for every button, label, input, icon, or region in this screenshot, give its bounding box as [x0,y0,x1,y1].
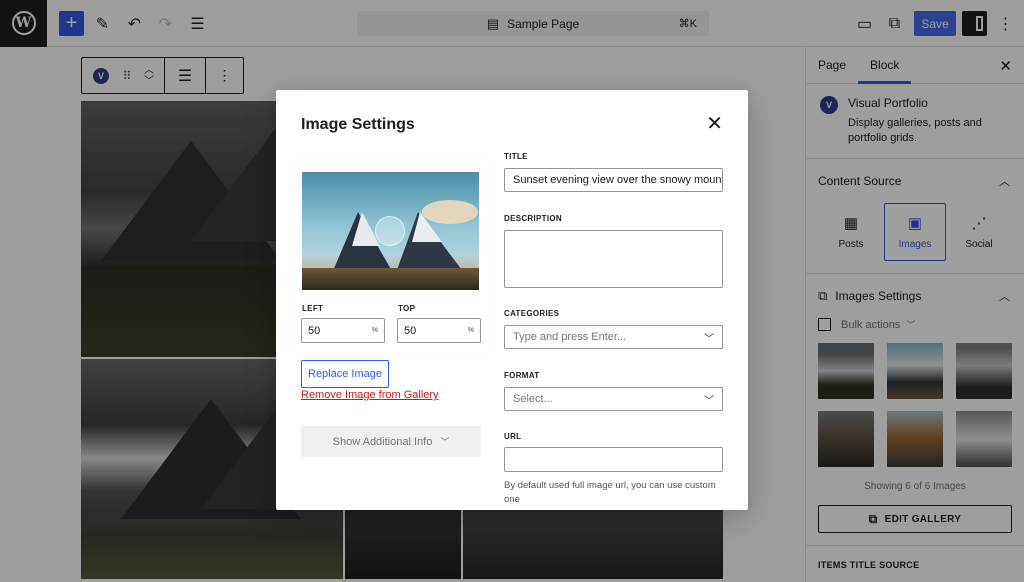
focal-point-image[interactable] [302,172,479,290]
chevron-down-icon: ﹀ [704,333,714,345]
focal-point-picker: LEFT TOP 50 % 50 % [290,159,490,357]
categories-label: CATEGORIES [504,309,560,318]
show-additional-info-button[interactable]: Show Additional Info ﹀ [301,426,481,457]
url-help-text: By default used full image url, you can … [504,480,716,505]
url-label: URL [504,432,522,441]
description-textarea[interactable] [504,230,723,288]
format-label: FORMAT [504,371,540,380]
modal-title: Image Settings [301,116,415,133]
focal-point-handle[interactable] [375,216,405,246]
top-label: TOP [398,304,416,313]
format-select[interactable]: Select... ﹀ [504,387,723,411]
chevron-down-icon: ﹀ [440,437,450,447]
replace-image-button[interactable]: Replace Image [301,360,389,388]
chevron-down-icon: ﹀ [704,395,714,407]
url-input[interactable] [504,447,723,472]
title-label: TITLE [504,152,528,161]
focal-top-input[interactable]: 50 % [397,318,481,343]
remove-image-link[interactable]: Remove Image from Gallery [301,389,439,401]
categories-input[interactable]: Type and press Enter... ﹀ [504,325,723,349]
close-icon[interactable]: ✕ [706,114,723,134]
left-label: LEFT [302,304,324,313]
image-settings-modal: Image Settings ✕ LEFT TOP 50 % 50 % Repl… [276,90,748,510]
title-input[interactable]: Sunset evening view over the snowy mount [504,168,723,192]
description-label: DESCRIPTION [504,214,562,223]
focal-left-input[interactable]: 50 % [301,318,385,343]
